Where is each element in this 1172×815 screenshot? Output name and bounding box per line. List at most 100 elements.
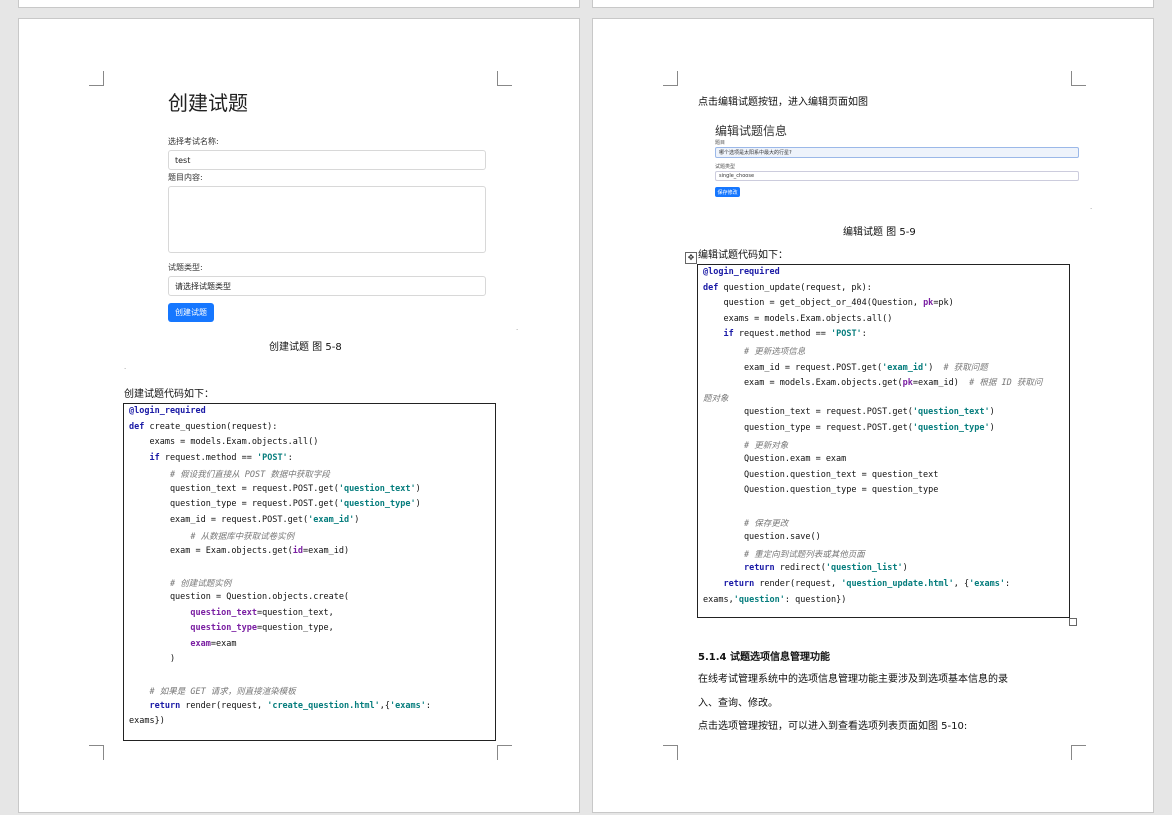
- margin-mark: [89, 71, 104, 86]
- edit-content-input[interactable]: 哪个选项是太阳系中最大的行星?: [715, 147, 1079, 158]
- code-token: : question}): [784, 594, 847, 605]
- code-token: question_text: [190, 607, 257, 618]
- code-token: 'question_update.html': [841, 579, 954, 589]
- code-line: 题对象: [703, 392, 729, 404]
- create-question-button[interactable]: 创建试题: [168, 303, 214, 322]
- code-token: question = get_object_or_404(Question,: [703, 298, 924, 309]
- code-line: exams}): [129, 716, 165, 726]
- code-token: ): [415, 483, 421, 494]
- code-token: request.method ==: [164, 452, 257, 463]
- code-token: =exam_id): [303, 545, 350, 556]
- code-line: @login_required: [703, 267, 780, 277]
- exam-name-select[interactable]: test: [168, 150, 486, 170]
- code-token: pk: [923, 298, 934, 309]
- table-resize-handle-icon[interactable]: [1069, 618, 1077, 626]
- code-token: exam_id = request.POST.get(: [703, 362, 883, 373]
- exam-name-value: test: [175, 155, 191, 165]
- question-content-textarea[interactable]: [168, 186, 486, 253]
- code-token: # 保存更改: [743, 518, 789, 529]
- code-line: def create_question(request):: [129, 422, 277, 432]
- code-token: ): [354, 514, 360, 525]
- margin-mark: [663, 745, 678, 760]
- code-line: # 如果是 GET 请求，则直接渲染模板: [129, 685, 295, 697]
- code-token: :: [861, 329, 867, 340]
- code-token: exams}): [129, 716, 165, 726]
- code-token: # 假设我们直接从 POST 数据中获取字段: [169, 470, 330, 480]
- code-line: exam_id = request.POST.get('exam_id') # …: [703, 361, 988, 373]
- question-type-select[interactable]: 请选择试题类型: [168, 276, 486, 296]
- margin-mark: [497, 71, 512, 86]
- code-token: =exam: [210, 638, 237, 649]
- code-token: Question.exam = exam: [703, 454, 847, 465]
- code-token: question_text = request.POST.get(: [703, 407, 913, 418]
- code-line: question_text = request.POST.get('questi…: [703, 407, 995, 417]
- code-token: question_type = request.POST.get(: [703, 423, 913, 433]
- code-token: def: [129, 421, 150, 432]
- question-type-label: 试题类型:: [168, 263, 203, 272]
- code-line: exams = models.Exam.objects.all(): [129, 437, 318, 447]
- code-token: exam: [190, 638, 211, 649]
- document-page-right: 点击编辑试题按钮，进入编辑页面如图 编辑试题信息 题目 哪个选项是太阳系中最大的…: [592, 18, 1154, 813]
- code-token: :: [287, 452, 293, 463]
- code-line: question = get_object_or_404(Question, p…: [703, 298, 954, 309]
- code-token: 'exam_id': [308, 514, 355, 525]
- code-token: 'POST': [256, 452, 288, 463]
- code-line: return render(request, 'question_update.…: [703, 579, 1010, 589]
- margin-mark: [663, 71, 678, 86]
- code-line: exam = models.Exam.objects.get(pk=exam_i…: [703, 376, 1042, 388]
- code-token: 'POST': [830, 329, 862, 340]
- code-token: ): [989, 407, 995, 418]
- code-token: question_type: [190, 623, 257, 633]
- code-token: 'question_type': [338, 499, 416, 509]
- code-token: 'exams': [390, 700, 426, 711]
- code-token: , {: [953, 579, 970, 589]
- code-line: question = Question.objects.create(: [129, 592, 349, 602]
- code-token: render(request,: [185, 700, 268, 711]
- code-line: return render(request, 'create_question.…: [129, 701, 431, 711]
- code-token: @login_required: [703, 267, 780, 277]
- code-token: def: [703, 282, 724, 293]
- code-line: ): [129, 654, 175, 664]
- code-token: return: [723, 579, 760, 589]
- code-token: # 重定向到试题列表或其他页面: [743, 549, 865, 560]
- save-changes-button[interactable]: 保存修改: [715, 187, 740, 197]
- code-line: question_type=question_type,: [129, 623, 334, 633]
- code-token: 'question_list': [825, 563, 903, 574]
- code-line: question_text = request.POST.get('questi…: [129, 484, 421, 494]
- code-token: 'exams': [969, 579, 1005, 589]
- code-token: =pk): [933, 298, 954, 309]
- code-line: question.save(): [703, 532, 821, 542]
- code-line: Question.question_text = question_text: [703, 470, 938, 480]
- code-token: render(request,: [759, 579, 842, 589]
- code-line: exam = Exam.objects.get(id=exam_id): [129, 546, 349, 556]
- code-token: ): [902, 563, 908, 574]
- code-token: pk: [902, 378, 913, 389]
- code-token: # 从数据库中获取试卷实例: [190, 532, 295, 542]
- code-line: if request.method == 'POST':: [703, 329, 867, 340]
- code-token: 题对象: [703, 393, 729, 404]
- code-token: # 根据 ID 获取问: [969, 378, 1043, 389]
- table-move-handle-icon[interactable]: ✥: [685, 252, 697, 264]
- form-title: 创建试题: [168, 91, 248, 115]
- code-token: =question_type,: [256, 623, 334, 633]
- question-type-placeholder: 请选择试题类型: [175, 281, 231, 291]
- code-token: # 创建试题实例: [169, 578, 232, 589]
- code-token: exam = Exam.objects.get(: [129, 545, 293, 556]
- code-line: if request.method == 'POST':: [129, 452, 293, 463]
- code-token: request.method ==: [738, 329, 831, 340]
- section-paragraph: 入、查询、修改。: [698, 698, 778, 709]
- code-token: question.save(): [703, 532, 821, 543]
- code-line: # 假设我们直接从 POST 数据中获取字段: [129, 468, 330, 480]
- edit-type-input[interactable]: single_choose: [715, 171, 1079, 181]
- code-token: # 更新对象: [743, 440, 789, 451]
- edit-content-value: 哪个选项是太阳系中最大的行星?: [719, 150, 792, 156]
- code-token: question_text = request.POST.get(: [129, 483, 339, 494]
- code-line: # 重定向到试题列表或其他页面: [703, 548, 865, 560]
